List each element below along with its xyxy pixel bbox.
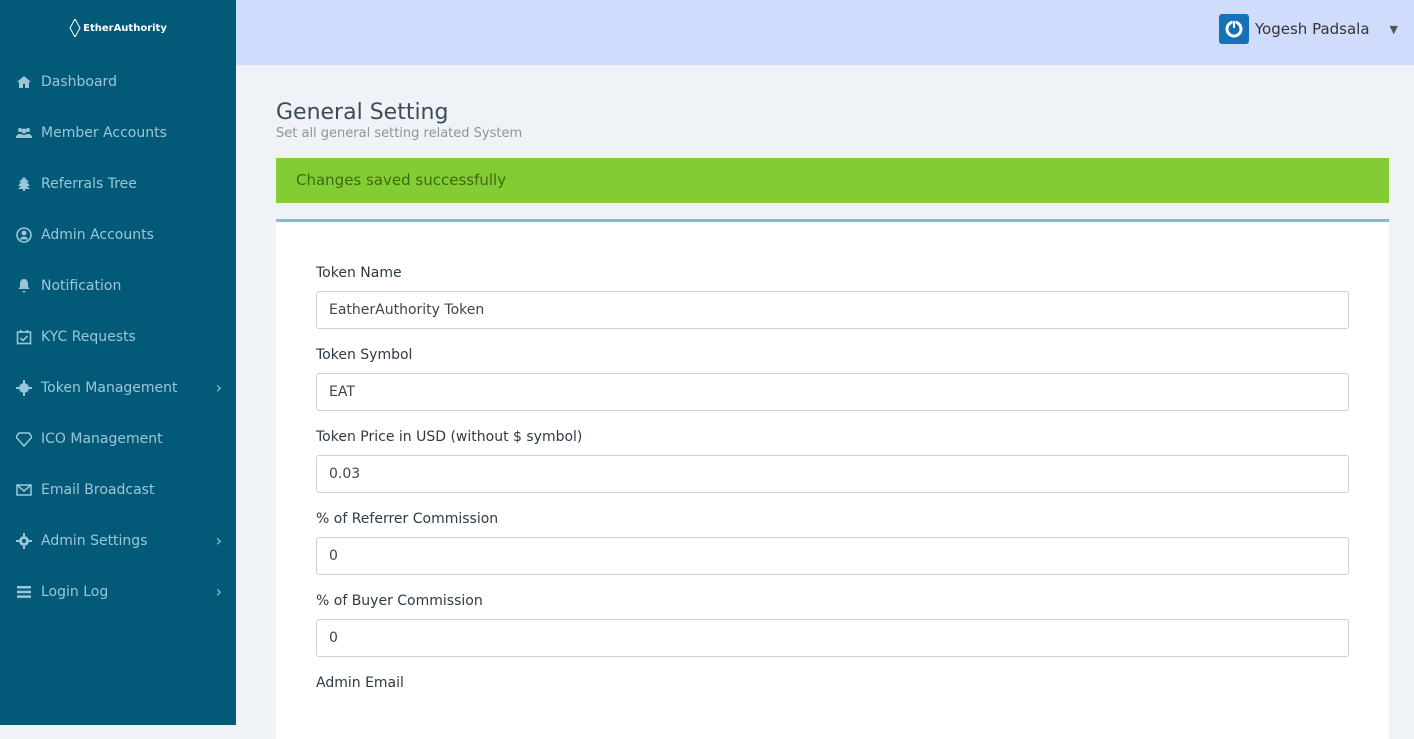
list-icon xyxy=(17,585,31,598)
diamond-logo-icon xyxy=(69,19,81,37)
chevron-right-icon: › xyxy=(215,582,222,601)
envelope-icon xyxy=(16,483,32,496)
field-label: Admin Email xyxy=(316,675,404,691)
token-symbol-input[interactable]: EAT xyxy=(316,373,1349,411)
sidebar-item-label: ICO Management xyxy=(41,430,163,447)
token-price-in-usd-without-symbol-input[interactable]: 0.03 xyxy=(316,455,1349,493)
of-referrer-commission-input[interactable]: 0 xyxy=(316,537,1349,575)
home-icon xyxy=(17,75,31,88)
sidebar-item-label: Admin Accounts xyxy=(41,226,154,243)
tree-icon xyxy=(18,176,30,191)
diamond-icon xyxy=(16,431,32,447)
sidebar-item-email-broadcast[interactable]: Email Broadcast xyxy=(0,464,236,515)
field-label: Token Price in USD (without $ symbol) xyxy=(316,429,583,445)
user-menu[interactable]: Yogesh Padsala ▼ xyxy=(1218,14,1398,44)
sidebar-item-label: Token Management xyxy=(41,379,178,396)
page-subtitle: Set all general setting related System xyxy=(276,126,523,141)
calendar-check-icon xyxy=(16,329,32,344)
sidebar-item-ico-management[interactable]: ICO Management xyxy=(0,413,236,464)
sidebar-item-label: Login Log xyxy=(41,583,109,600)
field-label: % of Buyer Commission xyxy=(316,593,483,609)
token-name-input[interactable]: EatherAuthority Token xyxy=(316,291,1349,329)
sidebar-nav: Dashboard Member Accounts Referrals Tree Ad… xyxy=(0,56,236,617)
avatar xyxy=(1218,14,1249,44)
logo[interactable]: EtherAuthority xyxy=(0,0,236,56)
main-content: General Setting Set all general setting … xyxy=(276,100,1389,739)
power-icon xyxy=(1225,20,1243,38)
field-label: Token Name xyxy=(316,265,402,281)
bell-icon xyxy=(18,278,30,292)
field-label: Token Symbol xyxy=(316,347,413,363)
gear-icon xyxy=(16,532,32,549)
of-buyer-commission-input[interactable]: 0 xyxy=(316,619,1349,657)
field-label: % of Referrer Commission xyxy=(316,511,499,527)
sidebar-item-label: Referrals Tree xyxy=(41,175,137,192)
sidebar-item-referrals-tree[interactable]: Referrals Tree xyxy=(0,158,236,209)
sidebar: EtherAuthority Dashboard Member Accounts R… xyxy=(0,0,236,725)
sidebar-item-label: Dashboard xyxy=(41,73,117,90)
sidebar-item-label: Admin Settings xyxy=(41,532,148,549)
sidebar-item-login-log[interactable]: Login Log › xyxy=(0,566,236,617)
sidebar-item-notification[interactable]: Notification xyxy=(0,260,236,311)
users-icon xyxy=(16,127,32,138)
sidebar-item-member-accounts[interactable]: Member Accounts xyxy=(0,107,236,158)
sidebar-item-label: Member Accounts xyxy=(41,124,167,141)
success-alert: Changes saved successfully xyxy=(276,158,1389,203)
logo-text: EtherAuthority xyxy=(83,22,167,34)
page-title: General Setting xyxy=(276,100,449,125)
user-name: Yogesh Padsala xyxy=(1254,20,1370,38)
caret-down-icon[interactable]: ▼ xyxy=(1390,23,1398,36)
sidebar-item-dashboard[interactable]: Dashboard xyxy=(0,56,236,107)
sidebar-item-label: Email Broadcast xyxy=(41,481,155,498)
sidebar-item-kyc-requests[interactable]: KYC Requests xyxy=(0,311,236,362)
sidebar-item-label: Notification xyxy=(41,277,122,294)
sidebar-item-label: KYC Requests xyxy=(41,328,136,345)
user-circle-icon xyxy=(16,226,32,243)
sidebar-item-admin-settings[interactable]: Admin Settings › xyxy=(0,515,236,566)
chevron-right-icon: › xyxy=(215,531,222,550)
cog-icon xyxy=(16,379,32,396)
settings-form: Token Name EatherAuthority Token Token Sym… xyxy=(276,219,1389,739)
sidebar-item-token-management[interactable]: Token Management › xyxy=(0,362,236,413)
chevron-right-icon: › xyxy=(215,378,222,397)
topbar: Yogesh Padsala ▼ xyxy=(236,0,1414,65)
sidebar-item-admin-accounts[interactable]: Admin Accounts xyxy=(0,209,236,260)
